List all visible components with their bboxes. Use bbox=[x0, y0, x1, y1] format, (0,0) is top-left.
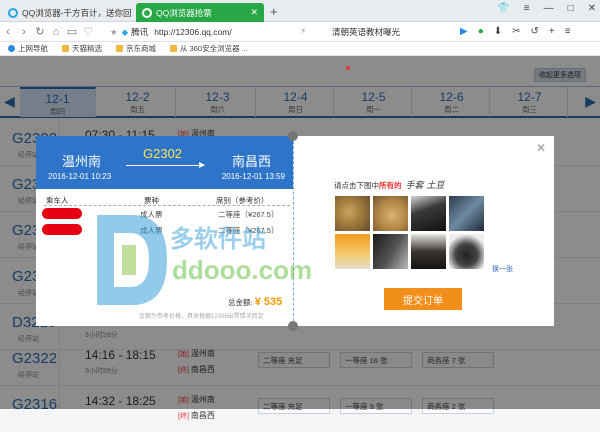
back-icon[interactable]: ‹ bbox=[0, 26, 16, 38]
bookmark-label: 京东商城 bbox=[126, 44, 156, 53]
captcha-image-grid bbox=[335, 196, 487, 269]
address-bar[interactable]: ★ ◆ 腾讯 http://12306.qq.com/ bbox=[110, 25, 295, 39]
tab-ticket[interactable]: QQ浏览器抢票 ✕ bbox=[136, 3, 264, 22]
close-tab-icon[interactable]: ✕ bbox=[250, 7, 258, 18]
bookmark-star-icon[interactable]: ★ bbox=[110, 27, 118, 38]
folder-icon bbox=[170, 45, 177, 52]
bookmark-item[interactable]: 天猫精选 bbox=[62, 43, 102, 54]
ticket-header: 温州南 G2302 南昌西 2016-12-01 10:23 2016-12-0… bbox=[36, 136, 293, 189]
captcha-image-glove[interactable] bbox=[373, 234, 408, 269]
search-input[interactable]: 清朝英语教材曝光 bbox=[310, 25, 455, 39]
plus-icon[interactable]: + bbox=[549, 26, 555, 37]
home-icon[interactable]: ⌂ bbox=[48, 26, 64, 38]
captcha-image-soap[interactable] bbox=[335, 234, 370, 269]
prompt-text: 请点击下图中 bbox=[334, 181, 379, 190]
cut-icon[interactable]: ✂ bbox=[512, 26, 520, 37]
captcha-prompt: 请点击下图中所有的 手套 土豆 bbox=[334, 178, 444, 191]
to-station: 南昌西 bbox=[231, 154, 271, 169]
minimize-button[interactable]: — bbox=[544, 3, 554, 14]
station-name: 南昌西 bbox=[190, 411, 215, 420]
bookmark-item[interactable]: 上网导航 bbox=[8, 43, 48, 54]
train-number: G2302 bbox=[143, 146, 183, 161]
more-icon[interactable]: ≡ bbox=[565, 26, 571, 37]
url-text[interactable]: http://12306.qq.com/ bbox=[154, 27, 232, 37]
watermark-brand: 多软件站 bbox=[170, 226, 266, 253]
qq-browser-icon bbox=[142, 7, 152, 18]
address-tag: 腾讯 bbox=[131, 27, 149, 37]
captcha-image-dashboard[interactable] bbox=[449, 196, 484, 231]
search-text: 清朝英语教材曝光 bbox=[332, 27, 401, 37]
toolbar-icons: ▶ ● ⬇ ✂ ↺ + ≡ bbox=[460, 26, 571, 37]
ticket-notch bbox=[288, 131, 298, 141]
bookmark-label: 天猫精选 bbox=[72, 44, 102, 53]
redacted-name bbox=[42, 224, 82, 235]
new-tab-button[interactable]: + bbox=[270, 4, 278, 19]
forward-icon[interactable]: › bbox=[16, 26, 32, 38]
bookmark-item[interactable]: 京东商城 bbox=[116, 43, 156, 54]
navigation-bar: ‹ › ↻ ⌂ ▭ ♡ ★ ◆ 腾讯 http://12306.qq.com/ … bbox=[0, 22, 600, 42]
arrival-time: 2016-12-01 13:59 bbox=[221, 172, 285, 181]
captcha-image-glove[interactable] bbox=[449, 234, 484, 269]
collection-icon[interactable]: ♡ bbox=[80, 25, 96, 38]
prompt-target-words: 手套 土豆 bbox=[405, 181, 445, 191]
from-station: 温州南 bbox=[62, 154, 102, 169]
video-icon[interactable]: ▶ bbox=[460, 26, 468, 37]
route-arrow-icon bbox=[126, 162, 205, 168]
captcha-image-potato[interactable] bbox=[373, 196, 408, 231]
menu-icon[interactable]: ≡ bbox=[524, 3, 530, 14]
departure-time: 2016-12-01 10:23 bbox=[48, 172, 112, 181]
window-controls: 👕 ≡ — □ ✕ bbox=[497, 3, 596, 14]
close-window-button[interactable]: ✕ bbox=[588, 3, 596, 14]
prompt-emphasis: 所有的 bbox=[379, 181, 402, 190]
tab-label: QQ浏览器-千方百计，送你回家 bbox=[22, 7, 132, 18]
shield-icon: ◆ bbox=[121, 26, 129, 37]
refresh-icon[interactable]: ↻ bbox=[32, 25, 48, 38]
download-icon[interactable]: ⬇ bbox=[494, 26, 502, 37]
captcha-image-potato[interactable] bbox=[335, 196, 370, 231]
close-icon[interactable]: ✕ bbox=[536, 141, 546, 155]
tab-bar: QQ浏览器-千方百计，送你回家 QQ浏览器抢票 ✕ + 👕 ≡ — □ ✕ bbox=[0, 0, 600, 22]
captcha-image-glove[interactable] bbox=[411, 196, 446, 231]
indicator-dot bbox=[346, 66, 350, 70]
tab-home[interactable]: QQ浏览器-千方百计，送你回家 bbox=[2, 3, 132, 22]
reader-icon[interactable]: ▭ bbox=[64, 25, 80, 38]
to-station: [终] 南昌西 bbox=[178, 411, 215, 420]
captcha-image-glove[interactable] bbox=[411, 234, 446, 269]
submit-order-button[interactable]: 提交订单 bbox=[384, 288, 462, 310]
watermark-domain: ddooo.com bbox=[172, 255, 313, 285]
captcha-panel: ✕ 请点击下图中所有的 手套 土豆 换一张 提交订单 bbox=[294, 136, 554, 326]
qq-browser-icon bbox=[8, 7, 18, 18]
folder-icon bbox=[116, 45, 123, 52]
skin-icon[interactable]: 👕 bbox=[497, 3, 509, 14]
bookmark-label: 从 360安全浏览器 ... bbox=[180, 44, 248, 53]
watermark: 多软件站 ddooo.com bbox=[92, 205, 322, 325]
bookmark-item[interactable]: 从 360安全浏览器 ... bbox=[170, 43, 248, 54]
maximize-button[interactable]: □ bbox=[568, 3, 574, 14]
folder-icon bbox=[62, 45, 69, 52]
bookmarks-bar: 上网导航 天猫精选 京东商城 从 360安全浏览器 ... bbox=[0, 42, 600, 56]
undo-icon[interactable]: ↺ bbox=[531, 26, 539, 37]
globe-icon bbox=[8, 45, 15, 52]
redacted-name bbox=[42, 208, 82, 219]
chat-icon[interactable]: ● bbox=[478, 26, 484, 37]
tab-label: QQ浏览器抢票 bbox=[156, 7, 212, 18]
refresh-captcha-link[interactable]: 换一张 bbox=[492, 264, 513, 274]
bookmark-label: 上网导航 bbox=[18, 44, 48, 53]
lightning-icon[interactable]: ⚡ bbox=[300, 26, 306, 37]
